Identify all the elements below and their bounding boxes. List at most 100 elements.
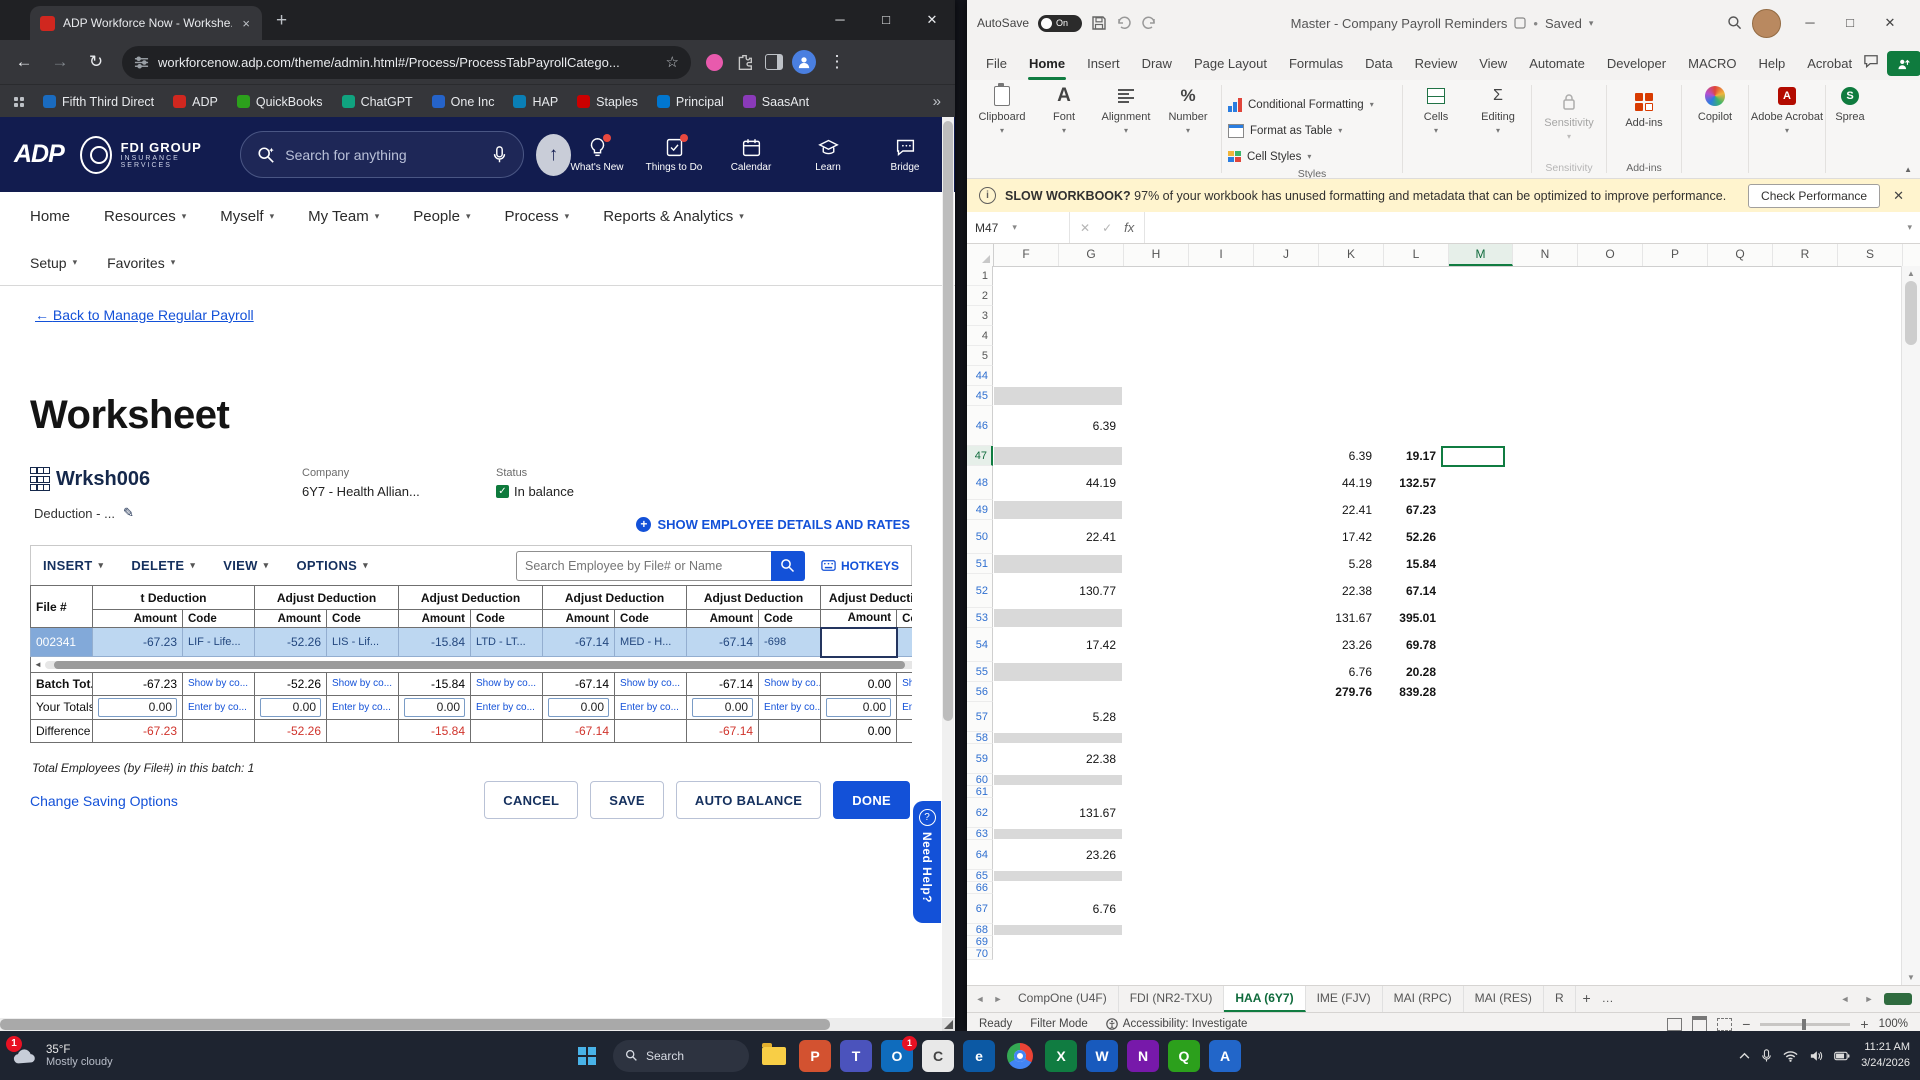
bookmark-star-icon[interactable]: ☆	[666, 53, 679, 71]
cell-G57[interactable]: 5.28	[1057, 702, 1121, 732]
amount-cell[interactable]: -52.26	[255, 628, 327, 657]
cancel-button[interactable]: CANCEL	[484, 781, 578, 819]
cell-K48[interactable]: 44.19	[1313, 466, 1377, 500]
cell-G64[interactable]: 23.26	[1057, 840, 1121, 870]
your-total-input[interactable]: 0.00	[826, 698, 891, 717]
global-search-input[interactable]: Search for anything	[240, 131, 524, 178]
zoom-slider[interactable]	[1760, 1023, 1850, 1026]
share-button[interactable]	[1887, 51, 1920, 76]
dismiss-banner-icon[interactable]: ✕	[1889, 188, 1908, 204]
close-button[interactable]: ✕	[909, 0, 955, 40]
row-header-47[interactable]: 47	[967, 446, 993, 466]
cell-G46[interactable]: 6.39	[1057, 406, 1121, 446]
zoom-in-button[interactable]: +	[1860, 1016, 1868, 1032]
cell-G59[interactable]: 22.38	[1057, 744, 1121, 774]
nav-item-my-team[interactable]: My Team▾	[308, 208, 379, 225]
taskbar-app-excel[interactable]: X	[1045, 1040, 1077, 1072]
battery-icon[interactable]	[1834, 1051, 1850, 1061]
cell-G54[interactable]: 17.42	[1057, 628, 1121, 662]
insert-dropdown[interactable]: INSERT▾	[43, 558, 103, 573]
column-header-S[interactable]: S	[1838, 244, 1903, 266]
row-header-57[interactable]: 57	[967, 702, 993, 732]
row-header-51[interactable]: 51	[967, 554, 993, 574]
your-total-input[interactable]: 0.00	[692, 698, 753, 717]
bookmark-hap[interactable]: HAP	[513, 95, 558, 109]
your-total-input[interactable]: 0.00	[98, 698, 177, 717]
accessibility-status[interactable]: Accessibility: Investigate	[1106, 1018, 1248, 1030]
employee-search-input[interactable]	[516, 551, 771, 581]
show-employee-details-link[interactable]: + SHOW EMPLOYEE DETAILS AND RATES	[636, 517, 910, 532]
cancel-entry-icon[interactable]: ✕	[1080, 221, 1090, 235]
taskbar-search[interactable]: Search	[613, 1040, 749, 1072]
ribbon-tab-review[interactable]: Review	[1404, 56, 1469, 80]
next-sheet-arrow[interactable]: ►	[989, 986, 1007, 1012]
sheet-grid[interactable]: 123454445466.39476.3919.174844.1944.1913…	[967, 266, 1902, 985]
page-layout-view-icon[interactable]	[1692, 1016, 1707, 1032]
taskbar-app-chrome[interactable]	[1004, 1040, 1036, 1072]
search-submit-button[interactable]: ↑	[536, 134, 571, 176]
back-icon[interactable]: ←	[8, 52, 40, 72]
new-tab-button[interactable]: +	[276, 10, 287, 32]
nav-item-home[interactable]: Home	[30, 208, 70, 225]
taskbar-app-word[interactable]: W	[1086, 1040, 1118, 1072]
column-header-P[interactable]: P	[1643, 244, 1708, 266]
zoom-out-button[interactable]: −	[1742, 1016, 1750, 1032]
column-header-F[interactable]: F	[994, 244, 1059, 266]
cells-group-button[interactable]: Cells▾	[1405, 80, 1467, 178]
cell-L47[interactable]: 19.17	[1377, 446, 1441, 466]
search-icon[interactable]	[1727, 15, 1743, 31]
ribbon-tab-data[interactable]: Data	[1354, 56, 1403, 80]
enter-by-code-link[interactable]: Enter by co...	[615, 695, 687, 719]
row-header-50[interactable]: 50	[967, 520, 993, 554]
save-button[interactable]: SAVE	[590, 781, 664, 819]
chrome-menu-kebab-icon[interactable]: ⋮	[821, 52, 853, 72]
sheet-vertical-scrollbar[interactable]: ▲▼	[1901, 266, 1920, 985]
zoom-level[interactable]: 100%	[1879, 1018, 1908, 1030]
browser-vertical-scrollbar[interactable]	[942, 117, 954, 1017]
cell-L55[interactable]: 20.28	[1377, 662, 1441, 682]
browser-tab[interactable]: ADP Workforce Now - Workshe... ×	[30, 6, 262, 40]
nav-item-myself[interactable]: Myself▾	[220, 208, 274, 225]
column-header-K[interactable]: K	[1319, 244, 1384, 266]
cell-L56[interactable]: 839.28	[1377, 682, 1441, 702]
selected-cell[interactable]	[821, 628, 897, 657]
your-total-input[interactable]: 0.00	[404, 698, 465, 717]
row-header-53[interactable]: 53	[967, 608, 993, 628]
row-header-54[interactable]: 54	[967, 628, 993, 662]
formula-input[interactable]	[1145, 212, 1899, 243]
row-header-44[interactable]: 44	[967, 366, 993, 386]
row-header-67[interactable]: 67	[967, 894, 993, 924]
your-total-input[interactable]: 0.00	[260, 698, 321, 717]
taskbar-app-edge[interactable]: e	[963, 1040, 995, 1072]
row-header-60[interactable]: 60	[967, 774, 993, 786]
cell-K56[interactable]: 279.76	[1313, 682, 1377, 702]
taskbar-clock[interactable]: 11:21 AM 3/24/2026	[1861, 1040, 1910, 1071]
close-button[interactable]: ✕	[1870, 0, 1910, 46]
bookmark-adp[interactable]: ADP	[173, 95, 218, 109]
page-break-view-icon[interactable]	[1717, 1018, 1732, 1031]
autosave-toggle[interactable]: On	[1038, 15, 1082, 32]
row-header-65[interactable]: 65	[967, 870, 993, 882]
mic-tray-icon[interactable]	[1761, 1049, 1772, 1063]
ribbon-tab-page-layout[interactable]: Page Layout	[1183, 56, 1278, 80]
row-header-5[interactable]: 5	[967, 346, 993, 366]
mic-icon[interactable]	[492, 146, 507, 164]
show-by-code-link[interactable]: Show by co...	[183, 672, 255, 695]
back-to-manage-payroll-link[interactable]: ← Back to Manage Regular Payroll	[35, 307, 254, 323]
minimize-button[interactable]: ─	[817, 0, 863, 40]
code-cell[interactable]: LTD - LT...	[471, 628, 543, 657]
nav-item-people[interactable]: People▾	[413, 208, 470, 225]
cell-L49[interactable]: 67.23	[1377, 500, 1441, 520]
enter-by-code-link[interactable]: Enter by co...	[759, 695, 821, 719]
nav-item-resources[interactable]: Resources▾	[104, 208, 186, 225]
cell-L54[interactable]: 69.78	[1377, 628, 1441, 662]
show-by-code-link[interactable]: Show by co...	[327, 672, 399, 695]
code-cell[interactable]: LIF - Life...	[183, 628, 255, 657]
cell-K49[interactable]: 22.41	[1313, 500, 1377, 520]
amount-cell[interactable]: -67.23	[93, 628, 183, 657]
amount-cell[interactable]: -15.84	[399, 628, 471, 657]
show-by-code-link[interactable]: Show by co...	[897, 672, 912, 695]
ribbon-tab-automate[interactable]: Automate	[1518, 56, 1596, 80]
ribbon-tab-developer[interactable]: Developer	[1596, 56, 1677, 80]
row-header-61[interactable]: 61	[967, 786, 993, 798]
